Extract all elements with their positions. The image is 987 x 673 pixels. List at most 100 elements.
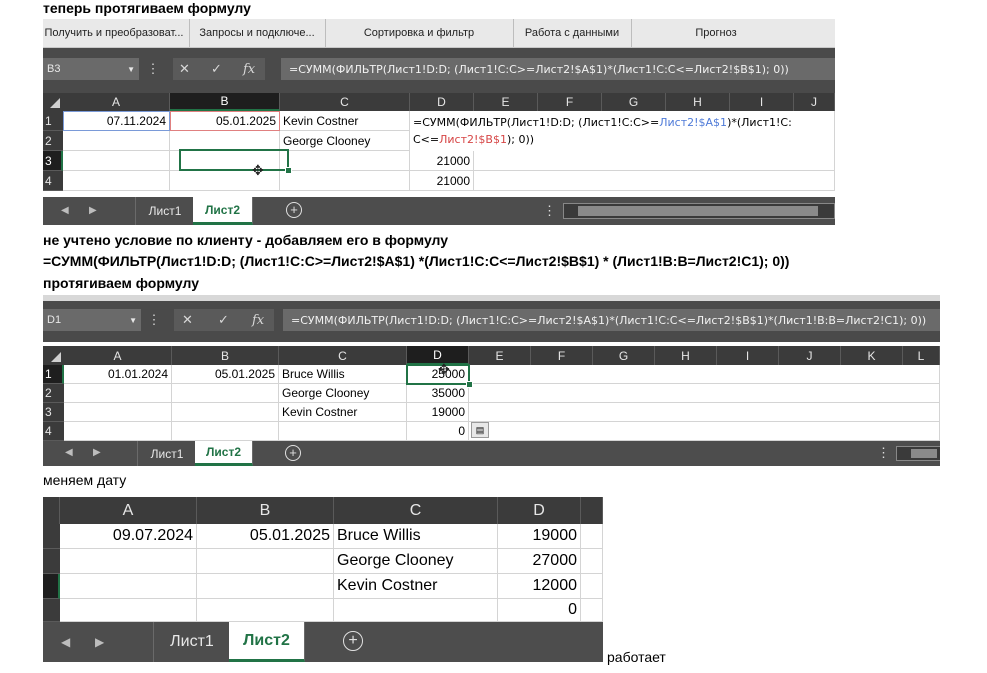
cell-c3[interactable]: Kevin Costner: [334, 574, 498, 599]
row-header-1[interactable]: 1: [43, 111, 63, 131]
cell-a2[interactable]: [60, 549, 197, 574]
row-header-2[interactable]: 2: [43, 131, 63, 151]
ribbon-group-queries[interactable]: Запросы и подключе...: [189, 19, 326, 47]
cell-b1[interactable]: 05.01.2025: [172, 365, 279, 384]
column-header-c[interactable]: C: [334, 497, 498, 524]
column-header-g[interactable]: G: [593, 346, 655, 365]
select-all-corner[interactable]: [43, 346, 64, 365]
cell-a1[interactable]: 01.01.2024: [64, 365, 172, 384]
enter-icon[interactable]: ✓: [218, 312, 229, 328]
horizontal-scrollbar[interactable]: [563, 203, 835, 219]
more-icon[interactable]: ⋮: [147, 309, 161, 331]
column-header-i[interactable]: I: [730, 93, 794, 111]
more-icon[interactable]: ⋮: [877, 445, 890, 461]
fill-handle[interactable]: [285, 167, 292, 174]
tab-prev-icon[interactable]: ◀: [65, 447, 73, 458]
cell-a3[interactable]: [64, 403, 172, 422]
tab-sheet1[interactable]: Лист1: [135, 197, 195, 225]
name-box[interactable]: D1 ▼: [43, 309, 141, 331]
cell-d2[interactable]: 35000: [407, 384, 469, 403]
cell-b2[interactable]: [170, 131, 280, 151]
cell-e1[interactable]: [469, 365, 940, 384]
cell-b4[interactable]: [172, 422, 279, 441]
cell-c2[interactable]: George Clooney: [334, 549, 498, 574]
column-header-a[interactable]: A: [63, 93, 170, 111]
cell-c4[interactable]: [334, 599, 498, 622]
column-header-k[interactable]: K: [841, 346, 903, 365]
chevron-down-icon[interactable]: ▼: [127, 65, 135, 74]
add-sheet-icon[interactable]: +: [286, 202, 302, 218]
column-header-e[interactable]: E: [469, 346, 531, 365]
row-header-3[interactable]: 3: [43, 403, 64, 422]
column-header-d[interactable]: D: [410, 93, 474, 111]
row-header-2[interactable]: [43, 549, 60, 574]
row-header-3[interactable]: 3: [43, 151, 63, 171]
add-sheet-icon[interactable]: +: [343, 631, 363, 651]
scrollbar-thumb[interactable]: [911, 449, 937, 458]
enter-icon[interactable]: ✓: [211, 61, 222, 77]
tab-next-icon[interactable]: ▶: [93, 447, 101, 458]
cell-a3[interactable]: [63, 151, 170, 171]
cell-d3[interactable]: 12000: [498, 574, 581, 599]
cell-a1[interactable]: 07.11.2024: [63, 111, 170, 131]
cell-e1[interactable]: [581, 524, 603, 549]
cell-b1[interactable]: 05.01.2025: [197, 524, 334, 549]
tab-sheet1[interactable]: Лист1: [137, 441, 197, 466]
cell-a4[interactable]: [60, 599, 197, 622]
cell-b2[interactable]: [197, 549, 334, 574]
cell-d3[interactable]: 19000: [407, 403, 469, 422]
cell-b1[interactable]: 05.01.2025: [170, 111, 280, 131]
ribbon-group-forecast[interactable]: Прогноз: [631, 19, 801, 47]
cell-b3[interactable]: [172, 403, 279, 422]
cell-a4[interactable]: [64, 422, 172, 441]
more-icon[interactable]: ⋮: [543, 203, 556, 219]
tab-sheet2[interactable]: Лист2: [195, 441, 253, 466]
column-header-e[interactable]: [581, 497, 603, 524]
cell-b2[interactable]: [172, 384, 279, 403]
column-header-h[interactable]: H: [655, 346, 717, 365]
autofill-options-icon[interactable]: ▤: [471, 422, 489, 438]
cell-e4[interactable]: [581, 599, 603, 622]
cell-c1[interactable]: Bruce Willis: [334, 524, 498, 549]
formula-input[interactable]: =СУММ(ФИЛЬТР(Лист1!D:D; (Лист1!C:C>=Лист…: [283, 309, 940, 331]
row-header-4[interactable]: [43, 599, 60, 622]
formula-input[interactable]: =СУММ(ФИЛЬТР(Лист1!D:D; (Лист1!C:C>=Лист…: [281, 58, 835, 80]
cell-a2[interactable]: [64, 384, 172, 403]
cancel-icon[interactable]: ✕: [179, 61, 190, 77]
ribbon-group-sort-filter[interactable]: Сортировка и фильтр: [325, 19, 514, 47]
cell-c3[interactable]: [280, 151, 410, 171]
column-header-a[interactable]: A: [60, 497, 197, 524]
cell-c2[interactable]: George Clooney: [279, 384, 407, 403]
column-header-f[interactable]: F: [538, 93, 602, 111]
tab-prev-icon[interactable]: ◀: [61, 205, 69, 216]
ribbon-group-get-data[interactable]: Получить и преобразоват...: [43, 19, 190, 47]
tab-sheet2[interactable]: Лист2: [229, 622, 305, 662]
column-header-b[interactable]: B: [172, 346, 279, 365]
tab-prev-icon[interactable]: ◀: [61, 635, 70, 649]
column-header-c[interactable]: C: [280, 93, 410, 111]
cell-a4[interactable]: [63, 171, 170, 191]
select-all-corner[interactable]: [43, 93, 63, 111]
cell-c1[interactable]: Bruce Willis: [279, 365, 407, 384]
cell-c3[interactable]: Kevin Costner: [279, 403, 407, 422]
column-header-i[interactable]: I: [717, 346, 779, 365]
row-header-4[interactable]: 4: [43, 171, 63, 191]
cell-e3[interactable]: [581, 574, 603, 599]
cell-a2[interactable]: [63, 131, 170, 151]
cell-e2[interactable]: [581, 549, 603, 574]
scrollbar-thumb[interactable]: [578, 206, 818, 216]
cancel-icon[interactable]: ✕: [182, 312, 193, 328]
cell-b4[interactable]: [197, 599, 334, 622]
cell-d4[interactable]: 21000: [410, 171, 474, 191]
horizontal-scrollbar[interactable]: [896, 446, 940, 461]
cell-d4[interactable]: 0: [498, 599, 581, 622]
function-icon[interactable]: fx: [252, 313, 264, 328]
tab-next-icon[interactable]: ▶: [95, 635, 104, 649]
column-header-j[interactable]: J: [779, 346, 841, 365]
more-icon[interactable]: ⋮: [146, 58, 160, 80]
column-header-b[interactable]: B: [170, 93, 280, 111]
cell-c4[interactable]: [280, 171, 410, 191]
cell-e3[interactable]: [469, 403, 940, 422]
tab-next-icon[interactable]: ▶: [89, 205, 97, 216]
column-header-f[interactable]: F: [531, 346, 593, 365]
